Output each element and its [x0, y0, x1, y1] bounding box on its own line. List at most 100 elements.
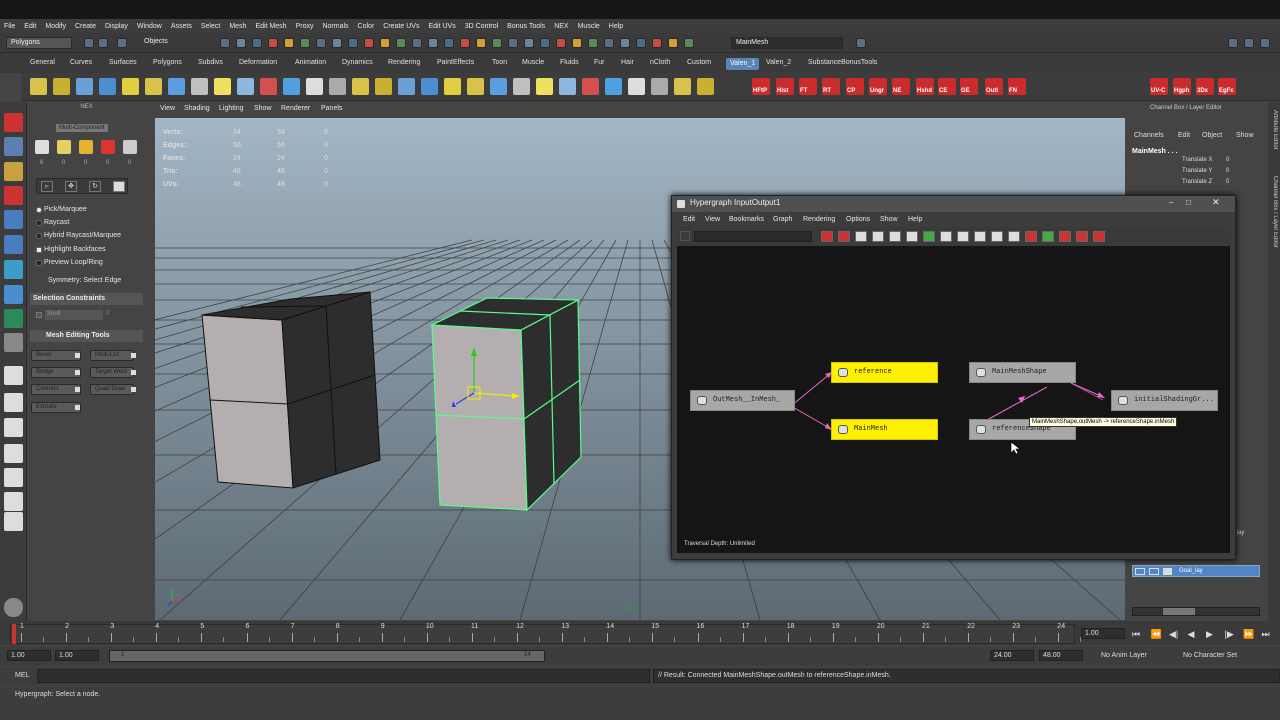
status-tool-icon[interactable] [668, 38, 678, 48]
menu-file[interactable]: File [4, 23, 15, 30]
shelf-tab-hair[interactable]: Hair [621, 59, 634, 71]
layer-row-goal[interactable]: Goal_lay [1132, 565, 1260, 577]
hypergraph-menu-options[interactable]: Options [846, 216, 870, 223]
status-tool-icon[interactable] [540, 38, 550, 48]
tool-option-box-icon[interactable] [131, 370, 136, 375]
status-tool-icon[interactable] [300, 38, 310, 48]
component-cube-icon[interactable] [101, 140, 115, 154]
status-tool-icon[interactable] [396, 38, 406, 48]
go-to-end-icon[interactable]: ⏭ [1262, 629, 1270, 640]
viewport-menu-renderer[interactable]: Renderer [281, 105, 310, 112]
tool-option-box-icon[interactable] [131, 387, 136, 392]
tool-icon[interactable] [4, 162, 23, 181]
hypergraph-tool-icon[interactable] [923, 231, 935, 242]
hypergraph-menu-help[interactable]: Help [908, 216, 922, 223]
shelf-tab-general[interactable]: General [30, 59, 55, 71]
shelf-tool-icon[interactable] [214, 78, 231, 95]
mesh-editing-tools-header[interactable]: Mesh Editing Tools [30, 330, 143, 342]
hypergraph-menu-view[interactable]: View [705, 216, 720, 223]
channel-box-menu-edit[interactable]: Edit [1178, 132, 1190, 139]
tool-button-multi-cut[interactable]: Multi-Cut [90, 350, 134, 361]
layout-icon[interactable] [1228, 38, 1238, 48]
status-tool-icon[interactable] [412, 38, 422, 48]
shelf-tool-icon[interactable] [467, 78, 484, 95]
hypergraph-tool-icon[interactable] [940, 231, 952, 242]
symmetry-label[interactable]: Symmetry: Select Edge [48, 277, 121, 284]
name-field[interactable]: MainMesh [731, 37, 843, 49]
option-radio[interactable] [36, 233, 42, 239]
tool-option-box-icon[interactable] [75, 387, 80, 392]
status-tool-icon[interactable] [236, 38, 246, 48]
rotate-icon[interactable]: ↻ [89, 181, 101, 192]
tool-icon[interactable] [4, 512, 23, 531]
option-radio[interactable] [36, 220, 42, 226]
layer-scroll-thumb[interactable] [1163, 608, 1195, 615]
shelf-tab-valen-1[interactable]: Valen_1 [726, 58, 760, 70]
hypergraph-menu-rendering[interactable]: Rendering [803, 216, 835, 223]
tool-button-bridge[interactable]: Bridge [31, 367, 81, 378]
shelf-tool-icon[interactable] [490, 78, 507, 95]
status-tool-icon[interactable] [268, 38, 278, 48]
component-cube-icon[interactable] [79, 140, 93, 154]
hypergraph-tool-icon[interactable] [1042, 231, 1054, 242]
tool-icon[interactable] [4, 137, 23, 156]
hypergraph-tool-icon[interactable] [1093, 231, 1105, 242]
mel-label[interactable]: MEL [15, 672, 29, 679]
tool-button-extrude[interactable]: Extrude [31, 402, 81, 413]
channel-box-menu-show[interactable]: Show [1236, 132, 1254, 139]
step-back-frame-icon[interactable]: ◀| [1169, 629, 1178, 640]
status-tool-icon[interactable] [220, 38, 230, 48]
menu-window[interactable]: Window [137, 23, 162, 30]
channel-box-object[interactable]: MainMesh . . . [1132, 148, 1178, 155]
shelf-tab-muscle[interactable]: Muscle [522, 59, 544, 71]
shelf-tool-icon[interactable] [53, 78, 70, 95]
menu-edit[interactable]: Edit [24, 23, 36, 30]
hypergraph-tool-icon[interactable] [838, 231, 850, 242]
shelf-tool-icon[interactable] [260, 78, 277, 95]
tool-icon[interactable] [4, 235, 23, 254]
shelf-tool-icon[interactable] [168, 78, 185, 95]
render-icon[interactable] [856, 38, 866, 48]
shelf-tab-fluids[interactable]: Fluids [560, 59, 579, 71]
layer-visibility-icon[interactable] [1135, 568, 1145, 575]
shell-checkbox[interactable] [36, 312, 42, 318]
tool-icon[interactable] [4, 418, 23, 437]
shelf-tool-icon[interactable] [444, 78, 461, 95]
range-slider[interactable]: 1 24 [109, 650, 545, 662]
shelf-tool-icon[interactable] [513, 78, 530, 95]
status-tool-icon[interactable] [572, 38, 582, 48]
playback-start-field[interactable]: 1.00 [55, 650, 99, 661]
tool-option-box-icon[interactable] [75, 370, 80, 375]
close-icon[interactable]: ✕ [1212, 197, 1224, 207]
shelf-tool-icon[interactable] [99, 78, 116, 95]
node-mainmeshshape[interactable]: MainMeshShape [969, 362, 1076, 383]
shelf-tab-custom[interactable]: Custom [687, 59, 711, 71]
shelf-tool-icon[interactable] [421, 78, 438, 95]
current-time-field[interactable]: 1.00 [1081, 628, 1125, 639]
status-tool-icon[interactable] [444, 38, 454, 48]
shelf-tab-rendering[interactable]: Rendering [388, 59, 420, 71]
shelf-tab-deformation[interactable]: Deformation [239, 59, 277, 71]
shelf-tab-fur[interactable]: Fur [594, 59, 605, 71]
shelf-tool-icon[interactable] [145, 78, 162, 95]
shelf-tool-icon[interactable] [191, 78, 208, 95]
channel-attr-value[interactable]: 0 [1226, 157, 1229, 163]
layout-icon-2[interactable] [1244, 38, 1254, 48]
shelf-tool-icon[interactable] [237, 78, 254, 95]
hypergraph-tool-icon[interactable] [889, 231, 901, 242]
node-outmesh[interactable]: OutMesh__InMesh_ [690, 390, 795, 411]
tool-icon[interactable] [4, 366, 23, 385]
status-tool-icon[interactable] [428, 38, 438, 48]
shelf-tab-substancebonustools[interactable]: SubstanceBonusTools [808, 59, 877, 71]
layout-icon-3[interactable] [1260, 38, 1270, 48]
menu-assets[interactable]: Assets [171, 23, 192, 30]
component-cube-icon[interactable] [35, 140, 49, 154]
mode-dropdown[interactable]: Polygons [6, 37, 72, 49]
menu-create-uvs[interactable]: Create UVs [383, 23, 419, 30]
shelf-tool-icon[interactable] [559, 78, 576, 95]
shelf-tool-icon[interactable] [306, 78, 323, 95]
tool-button-bevel[interactable]: Bevel [31, 350, 81, 361]
menu-help[interactable]: Help [609, 23, 623, 30]
shelf-tab-subdivs[interactable]: Subdivs [198, 59, 223, 71]
hypergraph-search-field[interactable] [694, 231, 812, 242]
